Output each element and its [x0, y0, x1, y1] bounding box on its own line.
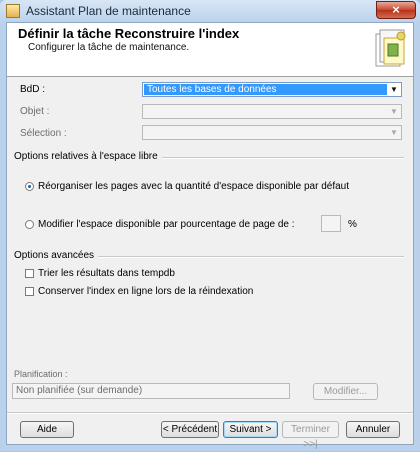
bdd-select[interactable]: Toutes les bases de données ▼	[142, 82, 402, 97]
selection-label: Sélection :	[20, 128, 67, 139]
cancel-button[interactable]: Annuler	[346, 421, 400, 438]
close-button[interactable]: ×	[376, 1, 416, 19]
objet-label: Objet :	[20, 106, 50, 117]
radio-modify-percent-label[interactable]: Modifier l'espace disponible par pourcen…	[38, 219, 295, 230]
chevron-down-icon[interactable]: ▼	[388, 84, 400, 95]
schedule-field: Non planifiée (sur demande)	[12, 383, 290, 399]
page-subtitle: Configurer la tâche de maintenance.	[28, 42, 190, 53]
selection-value	[144, 127, 387, 138]
bdd-value: Toutes les bases de données	[144, 84, 387, 95]
schedule-label: Planification :	[14, 369, 68, 379]
online-index-label[interactable]: Conserver l'index en ligne lors de la ré…	[38, 286, 253, 297]
sort-tempdb-checkbox[interactable]	[25, 269, 34, 278]
modify-schedule-button[interactable]: Modifier...	[313, 383, 378, 400]
chevron-down-icon[interactable]: ▼	[388, 106, 400, 117]
radio-reorganize[interactable]	[25, 182, 34, 191]
objet-value	[144, 106, 387, 117]
free-space-group-title: Options relatives à l'espace libre	[14, 151, 162, 162]
help-button[interactable]: Aide	[20, 421, 74, 438]
percent-input[interactable]	[321, 215, 341, 232]
page-title: Définir la tâche Reconstruire l'index	[18, 26, 240, 41]
sort-tempdb-label[interactable]: Trier les résultats dans tempdb	[38, 268, 175, 279]
radio-modify-percent[interactable]	[25, 220, 34, 229]
previous-button[interactable]: < Précédent	[161, 421, 219, 438]
bdd-label: BdD :	[20, 84, 46, 95]
percent-unit: %	[348, 219, 357, 230]
next-button[interactable]: Suivant >	[223, 421, 278, 438]
divider	[7, 412, 413, 414]
radio-reorganize-label[interactable]: Réorganiser les pages avec la quantité d…	[38, 181, 349, 192]
finish-button[interactable]: Terminer >>|	[282, 421, 339, 450]
maintenance-plan-icon	[6, 4, 20, 18]
advanced-group-title: Options avancées	[14, 250, 99, 261]
online-index-checkbox[interactable]	[25, 287, 34, 296]
selection-select[interactable]: ▼	[142, 125, 402, 140]
window-title: Assistant Plan de maintenance	[26, 4, 191, 18]
wizard-task-icon	[375, 29, 406, 67]
chevron-down-icon[interactable]: ▼	[388, 127, 400, 138]
objet-select[interactable]: ▼	[142, 104, 402, 119]
